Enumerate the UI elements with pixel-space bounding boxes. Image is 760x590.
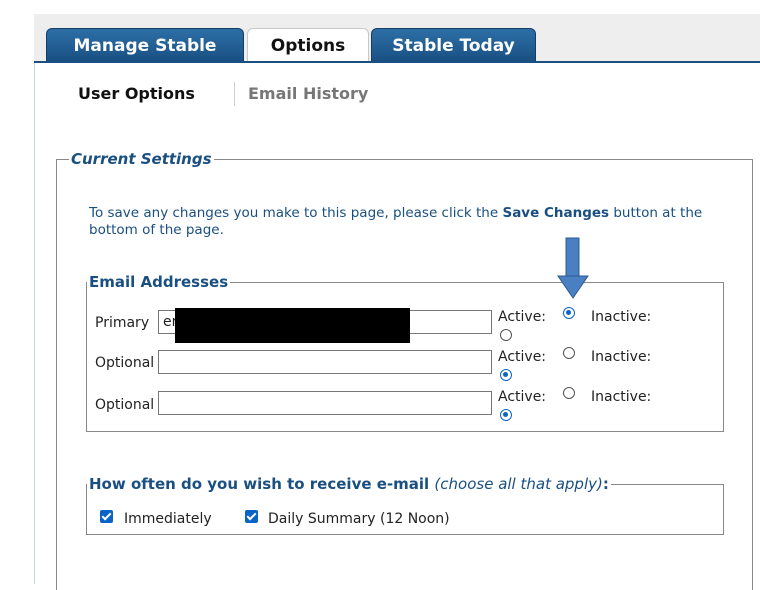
primary-inactive-label: Inactive: — [591, 309, 652, 325]
optional-email-1-label: Optional — [95, 355, 155, 371]
tab-options[interactable]: Options — [247, 28, 369, 63]
email-addresses-legend: Email Addresses — [89, 273, 229, 291]
subtab-email-history[interactable]: Email History — [248, 84, 368, 103]
save-changes-info: To save any changes you make to this pag… — [89, 205, 729, 239]
optional-2-inactive-label: Inactive: — [591, 389, 652, 405]
frequency-legend-colon: : — [602, 475, 609, 493]
optional-2-active-radio[interactable] — [563, 387, 575, 399]
optional-2-active-label: Active: — [498, 389, 547, 405]
optional-1-active-label: Active: — [498, 349, 547, 365]
optional-2-inactive-radio[interactable] — [500, 409, 512, 421]
immediately-label: Immediately — [124, 511, 212, 527]
primary-inactive-radio[interactable] — [500, 329, 512, 341]
tab-stable-today[interactable]: Stable Today — [371, 28, 536, 62]
daily-summary-checkbox[interactable] — [245, 510, 258, 523]
optional-1-inactive-radio[interactable] — [500, 369, 512, 381]
optional-1-inactive-label: Inactive: — [591, 349, 652, 365]
subtab-user-options[interactable]: User Options — [78, 84, 195, 103]
tab-manage-stable[interactable]: Manage Stable — [46, 28, 244, 62]
daily-summary-label: Daily Summary (12 Noon) — [268, 511, 450, 527]
frequency-legend-hint: (choose all that apply) — [434, 475, 603, 493]
info-save-changes-bold: Save Changes — [502, 205, 610, 221]
optional-1-active-radio[interactable] — [563, 347, 575, 359]
tab-underline — [34, 61, 760, 63]
immediately-checkbox[interactable] — [100, 510, 113, 523]
info-text-start: To save any changes you make to this pag… — [89, 205, 503, 221]
primary-active-label: Active: — [498, 309, 547, 325]
optional-email-2-input[interactable] — [158, 391, 492, 415]
redaction-block — [175, 308, 410, 343]
pointer-arrow-icon — [557, 237, 589, 299]
content-left-border — [34, 63, 35, 584]
optional-email-1-input[interactable] — [158, 350, 492, 374]
current-settings-legend: Current Settings — [71, 150, 212, 168]
optional-email-2-label: Optional — [95, 397, 155, 413]
subtab-divider — [234, 82, 235, 106]
primary-active-radio[interactable] — [563, 307, 575, 319]
primary-email-label: Primary — [95, 315, 150, 331]
frequency-legend-text: How often do you wish to receive e-mail — [89, 475, 430, 493]
email-frequency-legend: How often do you wish to receive e-mail … — [87, 475, 611, 493]
